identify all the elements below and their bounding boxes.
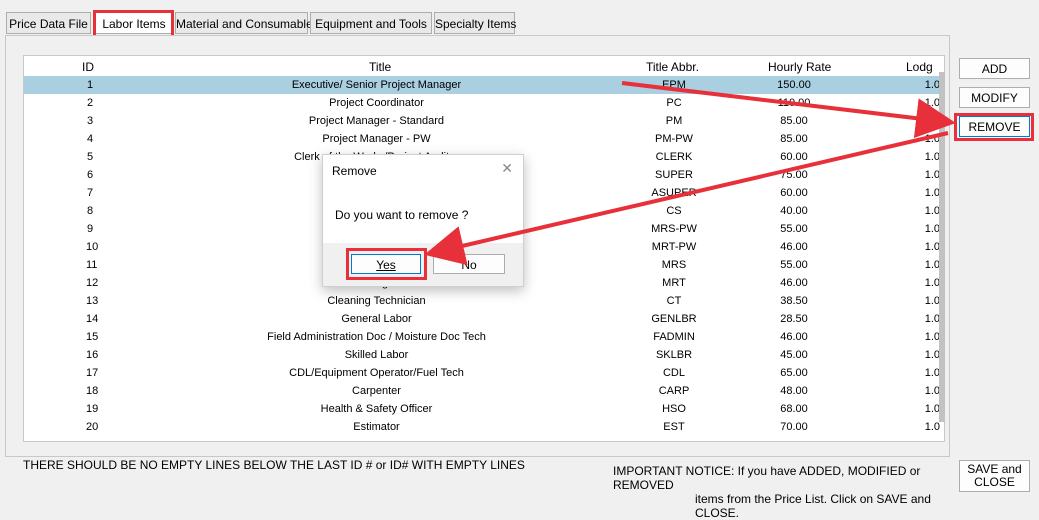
arrow-to-yes bbox=[424, 131, 949, 266]
annotation-arrows bbox=[424, 81, 956, 266]
arrow-to-remove bbox=[621, 81, 956, 139]
